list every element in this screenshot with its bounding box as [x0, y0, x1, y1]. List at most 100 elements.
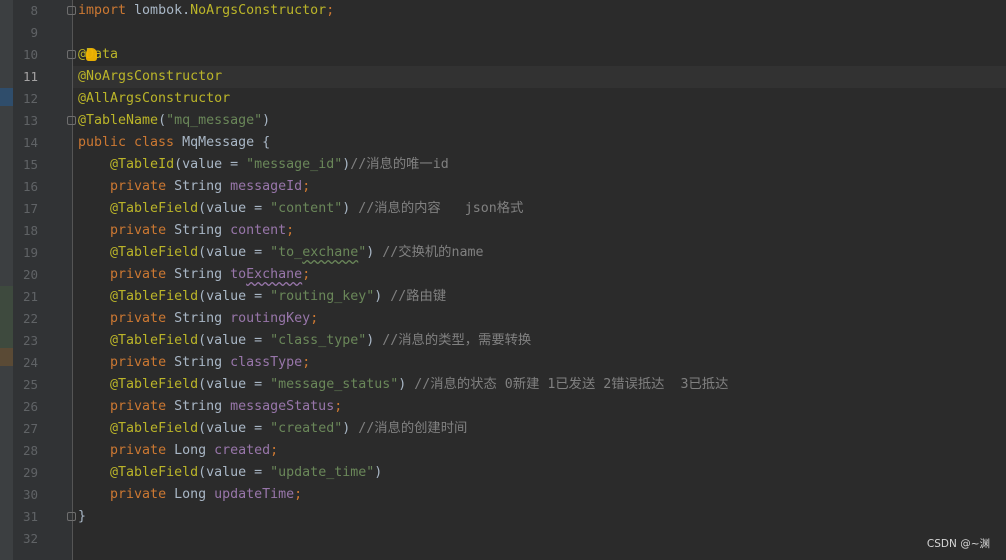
code-text[interactable]: private Long created; [78, 440, 278, 462]
line-number: 11 [22, 69, 38, 84]
code-text[interactable]: } [78, 506, 86, 528]
code-token: @TableField [110, 421, 199, 436]
code-token: (value = [198, 333, 271, 348]
code-text[interactable]: @TableField(value = "update_time") [78, 462, 382, 484]
code-token: private [110, 487, 175, 502]
code-text[interactable]: private String classType; [78, 352, 310, 374]
code-token: private [110, 179, 175, 194]
code-token: @AllArgsConstructor [78, 91, 231, 106]
code-token: private [110, 355, 175, 370]
code-text[interactable]: @TableField(value = "content") //消息的内容 j… [78, 198, 523, 220]
code-token: //交换机的name [382, 245, 484, 260]
code-text[interactable]: @TableId(value = "message_id")//消息的唯一id [78, 154, 449, 176]
code-text[interactable]: private Long updateTime; [78, 484, 302, 506]
code-token: ) [342, 421, 359, 436]
code-token: @TableField [110, 333, 199, 348]
code-text[interactable]: private String content; [78, 220, 294, 242]
code-text[interactable]: private String toExchane; [78, 264, 310, 286]
code-token: created [214, 443, 271, 458]
code-token: ; [302, 267, 311, 282]
code-token: //消息的状态 0新建 1已发送 2错误抵达 3已抵达 [414, 377, 729, 392]
code-text[interactable]: import lombok.NoArgsConstructor; [78, 0, 334, 22]
code-token: ) [366, 333, 383, 348]
code-token: "class_type" [270, 333, 367, 348]
code-text[interactable]: private String messageStatus; [78, 396, 342, 418]
intention-bulb-icon[interactable] [86, 48, 97, 61]
code-text[interactable]: @TableField(value = "to_exchane") //交换机的… [78, 242, 484, 264]
code-token: //消息的创建时间 [358, 421, 468, 436]
line-number: 32 [22, 531, 38, 546]
code-token: ; [326, 3, 335, 18]
code-line-row[interactable] [73, 44, 1006, 66]
code-text[interactable]: @Data [78, 44, 118, 66]
code-token: //消息的内容 json格式 [358, 201, 524, 216]
line-number: 14 [22, 135, 38, 150]
code-token: //路由键 [390, 289, 447, 304]
code-text[interactable]: public class MqMessage { [78, 132, 270, 154]
code-token: @TableField [110, 245, 199, 260]
code-token: "message_status" [270, 377, 399, 392]
code-token: ; [286, 223, 295, 238]
line-number: 19 [22, 245, 38, 260]
code-token: classType [230, 355, 303, 370]
code-token: (value = [198, 377, 271, 392]
code-token: String [174, 399, 231, 414]
code-text[interactable]: @AllArgsConstructor [78, 88, 230, 110]
line-number: 27 [22, 421, 38, 436]
code-token: @TableField [110, 377, 199, 392]
code-token: String [174, 355, 231, 370]
code-token: routingKey [230, 311, 311, 326]
line-number: 22 [22, 311, 38, 326]
strip-marker-orange [0, 348, 13, 366]
fold-marker-annotation[interactable] [67, 116, 76, 125]
code-text[interactable]: @TableName("mq_message") [78, 110, 270, 132]
line-number: 21 [22, 289, 38, 304]
code-text[interactable]: private String messageId; [78, 176, 310, 198]
code-text[interactable]: @NoArgsConstructor [78, 66, 222, 88]
code-token: (value = [198, 289, 271, 304]
code-token: //消息的唯一id [350, 157, 449, 172]
code-token: ; [334, 399, 343, 414]
line-number: 28 [22, 443, 38, 458]
code-token: "update_time" [270, 465, 375, 480]
code-token: ) [398, 377, 415, 392]
code-token: ; [270, 443, 279, 458]
code-line-row[interactable] [73, 22, 1006, 44]
code-token: (value = [198, 421, 271, 436]
code-token: content [230, 223, 287, 238]
code-token: ; [302, 179, 311, 194]
line-number: 25 [22, 377, 38, 392]
code-token: ) [374, 465, 383, 480]
code-token: @TableName [78, 113, 159, 128]
code-token: "to_ [270, 245, 303, 260]
code-token: private [110, 267, 175, 282]
code-text[interactable]: private String routingKey; [78, 308, 318, 330]
line-number: 9 [30, 25, 38, 40]
code-token: MqMessage { [182, 135, 271, 150]
code-text[interactable]: @TableField(value = "class_type") //消息的类… [78, 330, 531, 352]
code-token: lombok. [134, 3, 191, 18]
code-token: exchane [302, 245, 359, 260]
code-token: String [174, 179, 231, 194]
code-line-row[interactable] [73, 528, 1006, 550]
code-text[interactable]: @TableField(value = "message_status") //… [78, 374, 728, 396]
code-token: ) [366, 245, 383, 260]
fold-marker-import[interactable] [67, 6, 76, 15]
fold-marker-class[interactable] [67, 50, 76, 59]
code-text[interactable]: @TableField(value = "routing_key") //路由键 [78, 286, 446, 308]
code-line-row[interactable] [73, 506, 1006, 528]
code-token: private [110, 399, 175, 414]
fold-marker-class-end[interactable] [67, 512, 76, 521]
code-token: "content" [270, 201, 343, 216]
line-number: 12 [22, 91, 38, 106]
code-token: Exchane [246, 267, 303, 282]
code-token: private [110, 311, 175, 326]
code-text[interactable]: @TableField(value = "created") //消息的创建时间 [78, 418, 467, 440]
code-token: private [110, 223, 175, 238]
code-token: @TableId [110, 157, 175, 172]
